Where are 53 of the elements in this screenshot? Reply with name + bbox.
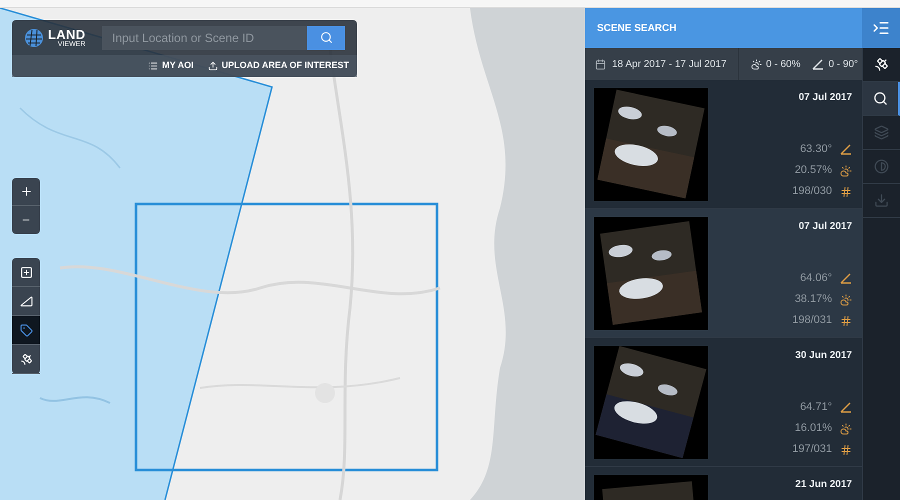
cloud-icon <box>840 422 852 434</box>
cloud-icon <box>840 294 852 306</box>
sun-angle: 64.71° <box>800 400 832 416</box>
cloud-cover: 20.57% <box>794 163 832 178</box>
hash-icon <box>840 186 852 198</box>
panel-toggle-icon <box>872 19 890 37</box>
date-range[interactable]: 18 Apr 2017 - 17 Jul 2017 <box>612 56 727 72</box>
calendar-icon <box>595 58 606 70</box>
satellite-icon <box>874 57 889 72</box>
upload-aoi-link[interactable]: UPLOAD AREA OF INTEREST <box>208 59 349 73</box>
scene-card[interactable]: 07 Jul 2017 64.06° 38.17% 198/031 <box>585 209 862 338</box>
map-tool-button[interactable] <box>12 316 40 345</box>
angle-range[interactable]: 0 - 90° <box>828 56 858 72</box>
hash-icon <box>840 444 852 456</box>
hash-icon <box>840 314 852 326</box>
cloud-icon <box>840 164 852 176</box>
upload-icon <box>208 61 218 71</box>
plus-icon <box>20 185 32 198</box>
location-search-field[interactable]: Input Location or Scene ID <box>102 26 307 50</box>
cloud-cover: 16.01% <box>794 421 832 436</box>
panel-title: SCENE SEARCH <box>596 22 678 36</box>
satellite-icon <box>20 352 32 366</box>
collapse-panel-button[interactable] <box>862 8 900 48</box>
scene-date: 07 Jul 2017 <box>798 220 852 234</box>
download-icon <box>874 193 889 208</box>
path-row-text: 198/031 <box>792 313 832 328</box>
tag-icon <box>20 324 32 336</box>
ruler-icon <box>20 294 32 308</box>
scene-date: 21 Jun 2017 <box>795 478 852 492</box>
sun-angle: 63.30° <box>800 142 832 158</box>
search-icon <box>873 91 888 106</box>
sun-angle: 64.06° <box>800 271 832 286</box>
list-icon <box>148 61 158 71</box>
logo-text: LAND <box>48 28 86 40</box>
path-row-text: 197/031 <box>792 442 832 458</box>
contrast-icon <box>874 159 889 174</box>
cloud-range[interactable]: 0 - 60% <box>766 56 800 72</box>
scene-date: 30 Jun 2017 <box>795 349 852 363</box>
draw-area-icon <box>20 266 32 278</box>
angle-icon <box>840 144 852 155</box>
path-row-text: 198/030 <box>792 184 832 200</box>
sidebar-tab[interactable] <box>863 82 900 116</box>
scene-date: 07 Jul 2017 <box>798 91 852 105</box>
angle-icon <box>840 273 852 284</box>
search-button[interactable] <box>307 26 345 50</box>
layers-icon <box>874 125 889 140</box>
my-aoi-link[interactable]: MY AOI <box>148 59 194 73</box>
angle-icon <box>812 58 824 70</box>
cloud-icon <box>751 58 762 70</box>
search-icon <box>320 31 332 44</box>
cloud-cover: 38.17% <box>794 292 832 308</box>
globe-logo-icon <box>24 28 44 48</box>
angle-icon <box>840 402 852 413</box>
